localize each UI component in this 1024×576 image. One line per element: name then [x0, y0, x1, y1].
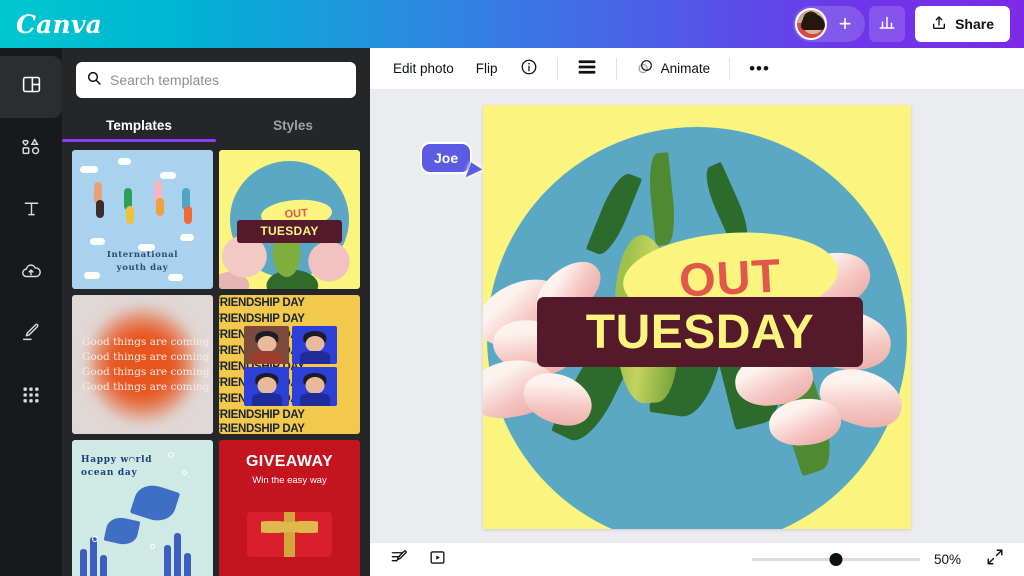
search-bar[interactable] [76, 62, 356, 98]
template-grid: International youth day OUT TUESDAY Good… [62, 142, 370, 576]
template-line: Good things are coming [82, 380, 210, 393]
add-people-button[interactable]: + [831, 10, 859, 38]
more-options-button[interactable]: ••• [740, 54, 779, 84]
flip-button[interactable]: Flip [467, 54, 507, 84]
notes-button[interactable] [386, 548, 412, 572]
templates-panel: Templates Styles International youth day [62, 48, 370, 576]
template-caption: International youth day [106, 250, 179, 273]
edit-photo-button[interactable]: Edit photo [384, 54, 463, 84]
bottom-bar: 50% [370, 542, 1024, 576]
stats-button[interactable] [869, 6, 906, 42]
toolbar-divider [556, 57, 558, 80]
avatar[interactable] [795, 8, 828, 40]
toolbar-divider [615, 57, 617, 80]
info-circle-icon [520, 58, 538, 79]
editor-toolbar: Edit photo Flip Animate ••• [370, 48, 1024, 90]
collaborator-avatar-group[interactable]: + [793, 6, 866, 42]
template-line: Good things are coming [82, 335, 210, 348]
canva-logo[interactable]: Canva [16, 10, 102, 39]
template-title: GIVEAWAY [245, 453, 334, 470]
animate-button-label: Animate [660, 61, 711, 76]
zoom-level-label: 50% [934, 552, 962, 567]
template-photo-grid [244, 325, 338, 407]
tuesday-text: TUESDAY [585, 305, 815, 359]
elements-shapes-icon [20, 136, 42, 163]
template-card-giveaway[interactable]: GIVEAWAY Win the easy way [219, 440, 360, 576]
upload-cloud-icon [20, 260, 42, 287]
tab-styles[interactable]: Styles [216, 110, 370, 142]
sidebar-item-templates[interactable] [0, 56, 62, 118]
expand-fullscreen-icon [986, 548, 1004, 571]
left-icon-rail [0, 48, 62, 576]
search-input[interactable] [110, 72, 346, 88]
zoom-slider[interactable] [752, 553, 920, 567]
template-card-friendship-day[interactable]: FRIENDSHIP DAY FRIENDSHIP DAY FRIENDSHIP… [219, 295, 360, 434]
sidebar-item-uploads[interactable] [0, 242, 62, 304]
templates-panel-icon [21, 74, 42, 100]
bar-chart-icon [878, 13, 896, 36]
text-icon [21, 198, 42, 224]
notes-edit-icon [390, 548, 409, 572]
search-icon [86, 70, 102, 91]
animate-button[interactable]: Animate [627, 54, 720, 84]
fullscreen-button[interactable] [982, 548, 1008, 572]
top-bar: Canva + Share [0, 0, 1024, 48]
collaborator-name-tag: Joe [420, 142, 473, 174]
template-word: FRIENDSHIP DAY [219, 297, 305, 309]
position-button[interactable] [568, 54, 606, 84]
present-button[interactable] [424, 548, 450, 572]
design-canvas[interactable]: OUT TUESDAY [483, 105, 911, 529]
draw-pen-icon [20, 322, 42, 349]
share-button[interactable]: Share [915, 6, 1010, 42]
template-card-out-tuesday[interactable]: OUT TUESDAY [219, 150, 360, 289]
tuesday-text-bar[interactable]: TUESDAY [537, 297, 863, 367]
animate-circles-icon [636, 58, 654, 79]
template-word-tuesday: TUESDAY [237, 219, 342, 244]
sidebar-item-apps[interactable] [0, 366, 62, 428]
panel-tabs: Templates Styles [62, 110, 370, 142]
present-play-icon [428, 548, 447, 572]
position-layers-icon [577, 59, 597, 78]
canvas-workspace[interactable]: Joe OUT TUESDAY [370, 90, 1024, 542]
gift-bow [261, 517, 318, 536]
zoom-controls: 50% [752, 548, 1008, 572]
template-word: FRIENDSHIP DAY [219, 409, 305, 421]
template-subtitle: Win the easy way [252, 475, 327, 486]
template-card-youth-day[interactable]: International youth day [72, 150, 213, 289]
template-card-good-things[interactable]: Good things are coming Good things are c… [72, 295, 213, 434]
top-bar-actions: + Share [793, 6, 1010, 42]
apps-grid-icon [21, 385, 41, 410]
template-caption: Happy world ocean day [81, 455, 153, 478]
sidebar-item-elements[interactable] [0, 118, 62, 180]
template-line: Good things are coming [82, 350, 210, 363]
template-word: FRIENDSHIP DAY [219, 313, 305, 325]
info-button[interactable] [511, 54, 547, 84]
template-card-ocean-day[interactable]: Happy world ocean day [72, 440, 213, 576]
collaborator-cursor: Joe [420, 142, 484, 182]
upload-icon [931, 15, 947, 34]
sidebar-item-draw[interactable] [0, 304, 62, 366]
zoom-slider-handle[interactable] [829, 553, 843, 566]
tab-templates[interactable]: Templates [62, 110, 216, 142]
toolbar-divider [729, 57, 731, 80]
template-line: Good things are coming [82, 365, 210, 378]
share-button-label: Share [955, 16, 994, 32]
sidebar-item-text[interactable] [0, 180, 62, 242]
template-word: FRIENDSHIP DAY [219, 423, 305, 434]
